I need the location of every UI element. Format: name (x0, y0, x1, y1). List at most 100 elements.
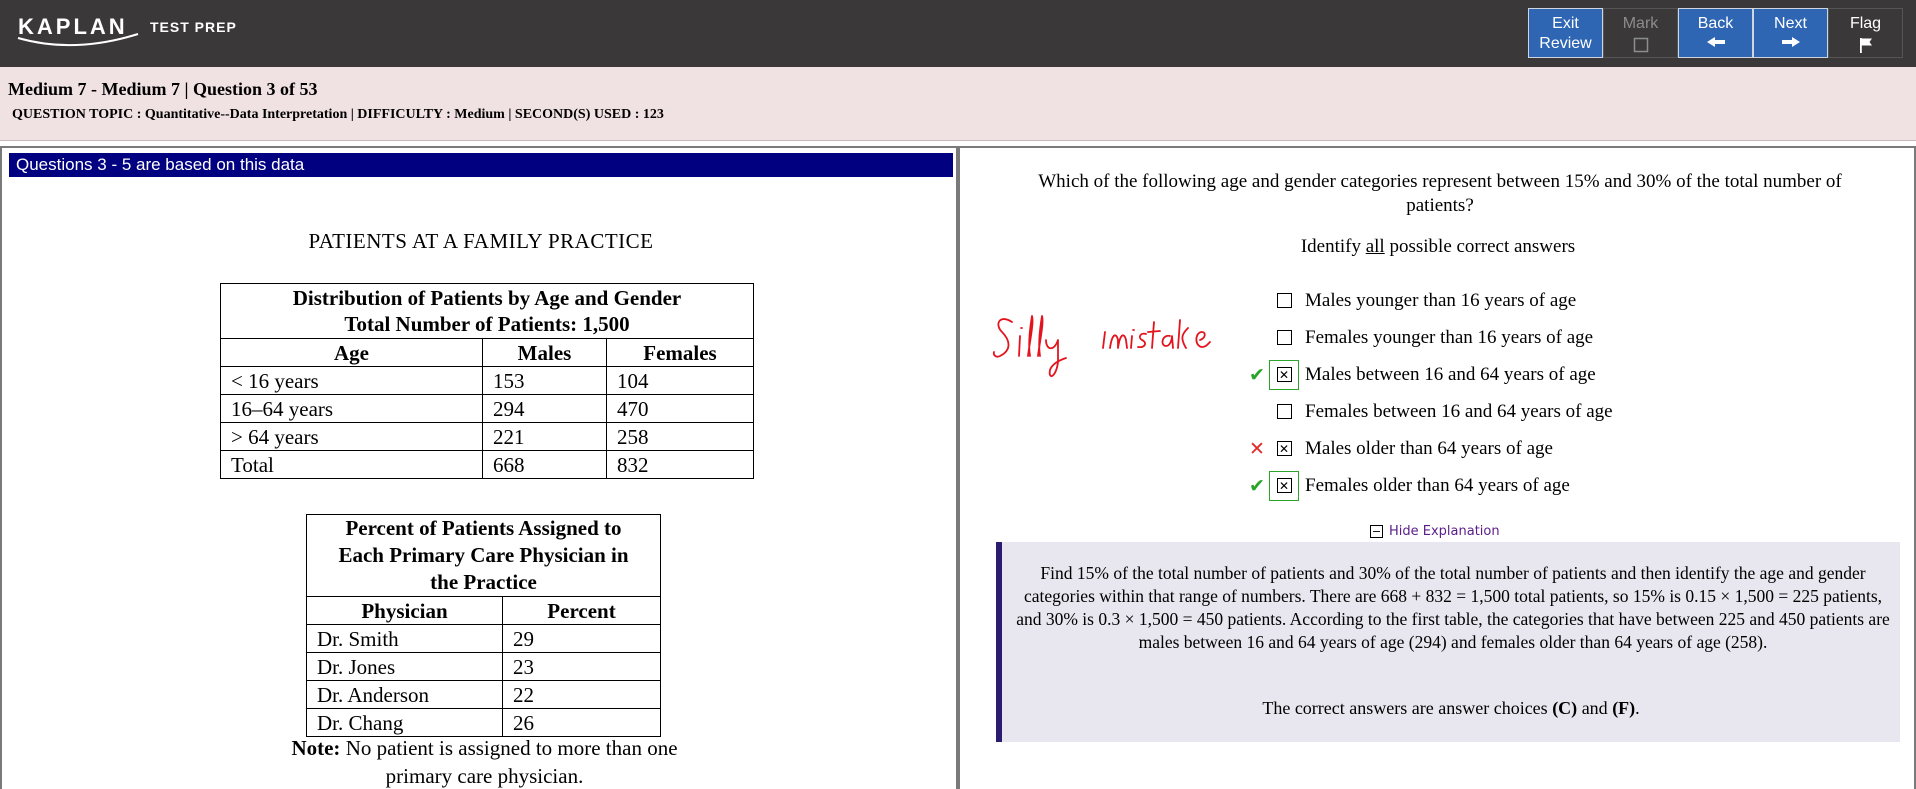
table2-header-physician: Physician (306, 596, 503, 625)
table-cell: 668 (482, 450, 607, 479)
result-placeholder (1245, 289, 1269, 313)
nav-button-group: Exit Review Mark Back Next Flag (1528, 8, 1903, 58)
answer-choice-label: Males between 16 and 64 years of age (1305, 363, 1596, 385)
table-cell: Dr. Chang (306, 708, 503, 737)
question-pane[interactable]: Which of the following age and gender ca… (960, 146, 1916, 789)
answer-choice-label: Females older than 64 years of age (1305, 474, 1570, 496)
answer-choice-label: Females between 16 and 64 years of age (1305, 400, 1613, 422)
question-stem: Which of the following age and gender ca… (1038, 171, 1842, 216)
hide-explanation-link[interactable]: − Hide Explanation (1370, 524, 1500, 539)
answer-choice-label: Males younger than 16 years of age (1305, 289, 1577, 311)
mark-checkbox-icon (1633, 37, 1648, 53)
exit-review-button[interactable]: Exit Review (1528, 8, 1603, 58)
exit-review-label-2: Review (1539, 35, 1592, 52)
checkbox[interactable] (1276, 293, 1292, 308)
table-row: Total 668 832 (220, 450, 754, 479)
table-cell: 470 (606, 394, 754, 423)
correct-answer-summary: The correct answers are answer choices (… (1002, 698, 1900, 719)
answer-choice-a[interactable]: Males younger than 16 years of age (1245, 282, 1613, 319)
table-cell: Dr. Jones (306, 652, 503, 681)
table-cell: 832 (606, 450, 754, 479)
checkbox[interactable] (1276, 330, 1292, 345)
answer-post: . (1635, 698, 1640, 718)
answer-choice-label: Males older than 64 years of age (1305, 437, 1553, 459)
table1-header-age: Age (220, 338, 483, 367)
question-meta: QUESTION TOPIC : Quantitative--Data Inte… (12, 107, 664, 122)
next-label: Next (1774, 15, 1807, 32)
answer-c: (C) (1552, 698, 1578, 718)
table-row: Dr. Chang 26 (306, 708, 661, 737)
table-cell: Dr. Anderson (306, 680, 503, 709)
table1-header-females: Females (606, 338, 754, 367)
question-instruction: Identify all possible correct answers (960, 236, 1916, 258)
wrong-x-icon: ✕ (1249, 437, 1265, 460)
next-button[interactable]: Next (1753, 8, 1828, 58)
table-cell: 26 (502, 708, 661, 737)
correct-check-icon: ✔ (1249, 363, 1265, 386)
table-cell: 23 (502, 652, 661, 681)
table-row: Dr. Anderson 22 (306, 680, 661, 709)
mark-button[interactable]: Mark (1603, 8, 1678, 58)
table1-header-males: Males (482, 338, 607, 367)
table-row: Dr. Jones 23 (306, 652, 661, 681)
instruction-pre: Identify (1300, 236, 1366, 257)
table-row: 16–64 years 294 470 (220, 394, 754, 423)
table-note: Note: No patient is assigned to more tha… (262, 734, 707, 789)
passage-pane[interactable]: Questions 3 - 5 are based on this data P… (0, 146, 958, 789)
answer-choice-f[interactable]: ✔ ✕ Females older than 64 years of age (1245, 467, 1613, 504)
logo-swoosh-icon (17, 33, 139, 47)
table2-caption-line1: Percent of Patients Assigned to (345, 516, 622, 540)
arrow-left-icon (1706, 37, 1725, 47)
distribution-table: Distribution of Patients by Age and Gend… (220, 283, 754, 479)
table-cell: 104 (606, 366, 754, 395)
table-cell: 16–64 years (220, 394, 483, 423)
table-cell: > 64 years (220, 422, 483, 451)
table2-header-percent: Percent (502, 596, 661, 625)
explanation-panel: Find 15% of the total number of patients… (996, 542, 1900, 742)
question-info-bar: Medium 7 - Medium 7 | Question 3 of 53 Q… (0, 67, 1916, 141)
table1-caption-line2: Total Number of Patients: 1,500 (344, 312, 630, 336)
answer-choice-d[interactable]: Females between 16 and 64 years of age (1245, 393, 1613, 430)
result-placeholder (1245, 400, 1269, 424)
table-cell: < 16 years (220, 366, 483, 395)
logo-subtext: TEST PREP (150, 19, 237, 35)
table-cell: 221 (482, 422, 607, 451)
table2-caption-line3: the Practice (430, 570, 537, 594)
answer-pre: The correct answers are answer choices (1262, 698, 1553, 718)
answer-choice-b[interactable]: Females younger than 16 years of age (1245, 319, 1613, 356)
hide-explanation-label: Hide Explanation (1389, 524, 1500, 539)
table-cell: Total (220, 450, 483, 479)
correct-check-icon: ✔ (1249, 474, 1265, 497)
checkbox-checked[interactable]: ✕ (1276, 367, 1292, 382)
table2-caption-line2: Each Primary Care Physician in (338, 543, 629, 567)
top-bar: KAPLAN TEST PREP Exit Review Mark Back N… (0, 0, 1916, 67)
answer-f: (F) (1612, 698, 1636, 718)
table-cell: 22 (502, 680, 661, 709)
arrow-right-icon (1781, 37, 1800, 47)
handwritten-annotation (992, 315, 1211, 377)
table-row: Dr. Smith 29 (306, 624, 661, 653)
exit-review-label-1: Exit (1552, 15, 1579, 32)
back-label: Back (1697, 15, 1734, 32)
flag-button[interactable]: Flag (1828, 8, 1903, 58)
answer-choice-c[interactable]: ✔ ✕ Males between 16 and 64 years of age (1245, 356, 1613, 393)
table-row: < 16 years 153 104 (220, 366, 754, 395)
checkbox[interactable] (1276, 404, 1292, 419)
passage-header: Questions 3 - 5 are based on this data (9, 153, 953, 177)
table1-caption-line1: Distribution of Patients by Age and Gend… (292, 286, 682, 310)
distribution-table-caption: Distribution of Patients by Age and Gend… (220, 283, 754, 339)
answer-choice-e[interactable]: ✕ ✕ Males older than 64 years of age (1245, 430, 1613, 467)
table-cell: Dr. Smith (306, 624, 503, 653)
table-row: > 64 years 221 258 (220, 422, 754, 451)
instruction-all: all (1365, 236, 1385, 257)
question-position: Medium 7 - Medium 7 | Question 3 of 53 (8, 79, 318, 99)
passage-title: PATIENTS AT A FAMILY PRACTICE (308, 229, 654, 253)
table-cell: 153 (482, 366, 607, 395)
answer-choices: Males younger than 16 years of age Femal… (1245, 282, 1613, 504)
mark-label: Mark (1622, 15, 1659, 32)
checkbox-checked[interactable]: ✕ (1276, 441, 1292, 456)
back-button[interactable]: Back (1678, 8, 1753, 58)
instruction-post: possible correct answers (1384, 236, 1576, 257)
checkbox-checked[interactable]: ✕ (1276, 478, 1292, 493)
collapse-icon: − (1370, 525, 1383, 538)
